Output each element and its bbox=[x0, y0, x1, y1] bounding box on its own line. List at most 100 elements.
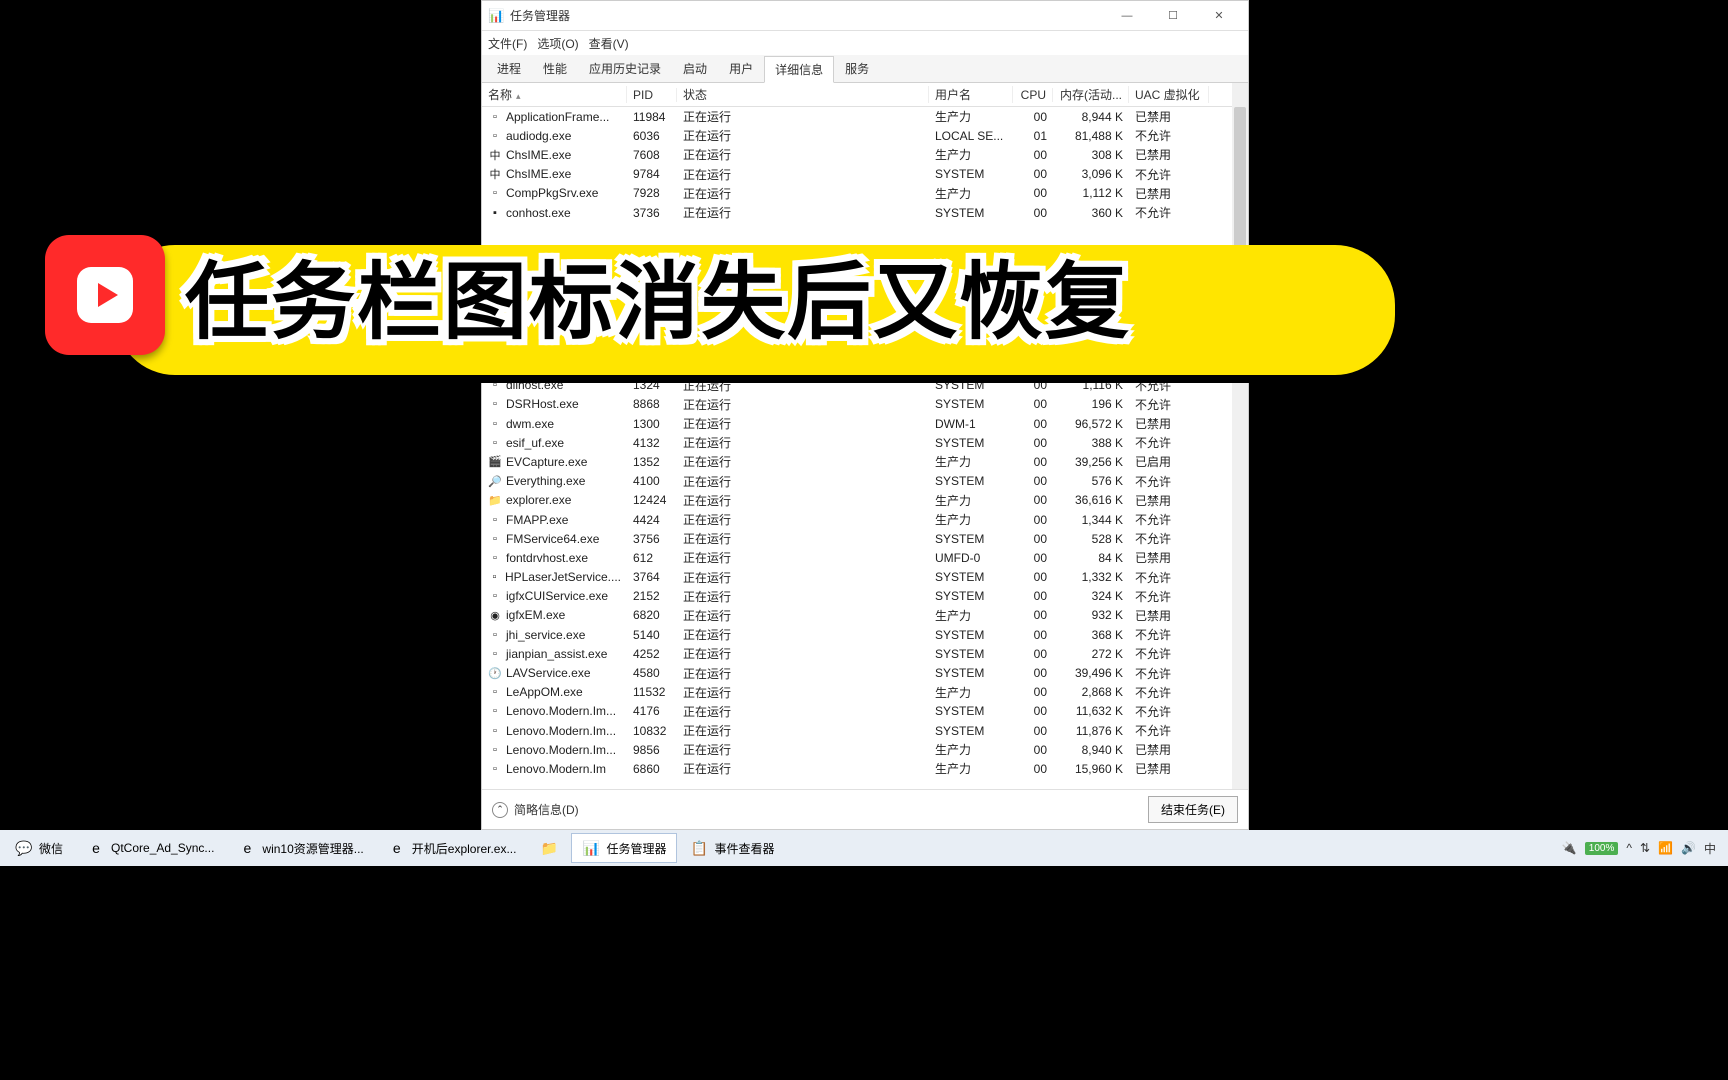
cell-name: ▫ApplicationFrame... bbox=[482, 110, 627, 124]
table-row[interactable]: ▫FMService64.exe3756正在运行SYSTEM00528 K不允许 bbox=[482, 529, 1232, 548]
table-row[interactable]: 🎬EVCapture.exe1352正在运行生产力0039,256 K已启用 bbox=[482, 452, 1232, 471]
tab-processes[interactable]: 进程 bbox=[486, 55, 532, 82]
minimize-button[interactable]: — bbox=[1104, 2, 1150, 30]
table-row[interactable]: ▫jianpian_assist.exe4252正在运行SYSTEM00272 … bbox=[482, 644, 1232, 663]
table-row[interactable]: ▫Lenovo.Modern.Im...9856正在运行生产力008,940 K… bbox=[482, 740, 1232, 759]
network-icon[interactable]: ⇅ bbox=[1640, 841, 1650, 855]
cell-name: ▫dwm.exe bbox=[482, 417, 627, 431]
cell-status: 正在运行 bbox=[677, 204, 929, 221]
volume-icon[interactable]: 🔊 bbox=[1681, 841, 1696, 855]
process-icon: ▫ bbox=[488, 551, 502, 565]
cell-cpu: 00 bbox=[1013, 762, 1053, 776]
tab-details[interactable]: 详细信息 bbox=[764, 56, 834, 83]
col-cpu[interactable]: CPU bbox=[1013, 88, 1053, 102]
col-user[interactable]: 用户名 bbox=[929, 86, 1013, 103]
table-row[interactable]: ▪conhost.exe3736正在运行SYSTEM00360 K不允许 bbox=[482, 203, 1232, 222]
table-row[interactable]: ▫Lenovo.Modern.Im...4176正在运行SYSTEM0011,6… bbox=[482, 702, 1232, 721]
cell-user: 生产力 bbox=[929, 492, 1013, 509]
wifi-icon[interactable]: 📶 bbox=[1658, 841, 1673, 855]
table-row[interactable]: ▫dllhost.exe1324正在运行SYSTEM001,116 K不允许 bbox=[482, 376, 1232, 395]
table-row[interactable]: ▫LeAppOM.exe11532正在运行生产力002,868 K不允许 bbox=[482, 683, 1232, 702]
col-status[interactable]: 状态 bbox=[677, 86, 929, 103]
ime-indicator[interactable]: 中 bbox=[1704, 840, 1716, 857]
close-button[interactable]: ✕ bbox=[1196, 2, 1242, 30]
cell-user: 生产力 bbox=[929, 607, 1013, 624]
cell-pid: 1352 bbox=[627, 455, 677, 469]
cell-user: 生产力 bbox=[929, 146, 1013, 163]
taskbar-item-icon: 📁 bbox=[540, 839, 558, 857]
tab-app-history[interactable]: 应用历史记录 bbox=[578, 55, 672, 82]
table-row[interactable]: ▫fontdrvhost.exe612正在运行UMFD-00084 K已禁用 bbox=[482, 548, 1232, 567]
taskbar-item-label: 任务管理器 bbox=[606, 840, 666, 857]
table-row[interactable]: ▫FMAPP.exe4424正在运行生产力001,344 K不允许 bbox=[482, 510, 1232, 529]
process-icon: ▫ bbox=[488, 589, 502, 603]
table-row[interactable]: ▫audiodg.exe6036正在运行LOCAL SE...0181,488 … bbox=[482, 126, 1232, 145]
taskbar-item[interactable]: eQtCore_Ad_Sync... bbox=[76, 833, 225, 863]
table-body[interactable]: ▫ApplicationFrame...11984正在运行生产力008,944 … bbox=[482, 107, 1232, 789]
table-row[interactable]: ▫DSRHost.exe8868正在运行SYSTEM00196 K不允许 bbox=[482, 395, 1232, 414]
table-row[interactable]: ▫esif_uf.exe4132正在运行SYSTEM00388 K不允许 bbox=[482, 433, 1232, 452]
tab-startup[interactable]: 启动 bbox=[672, 55, 718, 82]
cell-uac: 已禁用 bbox=[1129, 741, 1209, 758]
cell-status: 正在运行 bbox=[677, 626, 929, 643]
battery-status[interactable]: 100% bbox=[1585, 842, 1619, 855]
tab-services[interactable]: 服务 bbox=[834, 55, 880, 82]
cell-pid: 10832 bbox=[627, 724, 677, 738]
table-row[interactable]: ▫CompPkgSrv.exe7928正在运行生产力001,112 K已禁用 bbox=[482, 184, 1232, 203]
taskbar-item[interactable]: 📋事件查看器 bbox=[679, 833, 785, 863]
tab-performance[interactable]: 性能 bbox=[532, 55, 578, 82]
process-icon: ▫ bbox=[488, 762, 502, 776]
tray-chevron-icon[interactable]: ^ bbox=[1626, 841, 1632, 855]
cell-cpu: 00 bbox=[1013, 532, 1053, 546]
scrollbar[interactable] bbox=[1232, 83, 1248, 789]
titlebar[interactable]: 📊 任务管理器 — ☐ ✕ bbox=[482, 1, 1248, 31]
col-mem[interactable]: 内存(活动... bbox=[1053, 86, 1129, 103]
table-row[interactable]: 🔎Everything.exe4100正在运行SYSTEM00576 K不允许 bbox=[482, 472, 1232, 491]
taskbar-item[interactable]: 💬微信 bbox=[4, 833, 74, 863]
table-row[interactable]: ▫ApplicationFrame...11984正在运行生产力008,944 … bbox=[482, 107, 1232, 126]
taskbar-item[interactable]: ewin10资源管理器... bbox=[227, 833, 374, 863]
cell-user: SYSTEM bbox=[929, 628, 1013, 642]
less-details-button[interactable]: ⌃ 简略信息(D) bbox=[492, 801, 579, 818]
cell-name: ▫Lenovo.Modern.Im... bbox=[482, 743, 627, 757]
table-row[interactable]: ▫Lenovo.Modern.Im...10832正在运行SYSTEM0011,… bbox=[482, 721, 1232, 740]
system-tray: 🔌 100% ^ ⇅ 📶 🔊 中 bbox=[1562, 840, 1724, 857]
menu-options[interactable]: 选项(O) bbox=[537, 35, 578, 52]
taskbar-item[interactable]: 📊任务管理器 bbox=[571, 833, 677, 863]
menu-view[interactable]: 查看(V) bbox=[589, 35, 629, 52]
cell-status: 正在运行 bbox=[677, 108, 929, 125]
cell-cpu: 00 bbox=[1013, 513, 1053, 527]
table-row[interactable]: 中ChsIME.exe7608正在运行生产力00308 K已禁用 bbox=[482, 145, 1232, 164]
menu-file[interactable]: 文件(F) bbox=[488, 35, 527, 52]
table-row[interactable]: 📁explorer.exe12424正在运行生产力0036,616 K已禁用 bbox=[482, 491, 1232, 510]
cell-user: 生产力 bbox=[929, 185, 1013, 202]
cell-user: SYSTEM bbox=[929, 647, 1013, 661]
col-uac[interactable]: UAC 虚拟化 bbox=[1129, 86, 1209, 103]
table-row[interactable]: 🕐LAVService.exe4580正在运行SYSTEM0039,496 K不… bbox=[482, 663, 1232, 682]
table-row[interactable]: ▫HPLaserJetService....3764正在运行SYSTEM001,… bbox=[482, 568, 1232, 587]
cell-name: ▫FMService64.exe bbox=[482, 532, 627, 546]
col-pid[interactable]: PID bbox=[627, 88, 677, 102]
cell-mem: 388 K bbox=[1053, 436, 1129, 450]
cell-user: SYSTEM bbox=[929, 436, 1013, 450]
plug-icon[interactable]: 🔌 bbox=[1562, 841, 1577, 855]
taskbar-item[interactable]: 📁 bbox=[529, 833, 569, 863]
cell-uac: 已禁用 bbox=[1129, 415, 1209, 432]
taskbar-item-label: 事件查看器 bbox=[714, 840, 774, 857]
table-row[interactable]: ▫jhi_service.exe5140正在运行SYSTEM00368 K不允许 bbox=[482, 625, 1232, 644]
maximize-button[interactable]: ☐ bbox=[1150, 2, 1196, 30]
cell-name: 🕐LAVService.exe bbox=[482, 666, 627, 680]
table-row[interactable]: 中ChsIME.exe9784正在运行SYSTEM003,096 K不允许 bbox=[482, 165, 1232, 184]
taskbar-item[interactable]: e开机后explorer.ex... bbox=[377, 833, 528, 863]
table-row[interactable]: ▫dwm.exe1300正在运行DWM-10096,572 K已禁用 bbox=[482, 414, 1232, 433]
cell-mem: 39,256 K bbox=[1053, 455, 1129, 469]
col-name[interactable]: 名称 bbox=[482, 86, 627, 103]
end-task-button[interactable]: 结束任务(E) bbox=[1148, 796, 1238, 823]
table-row[interactable]: ▫Lenovo.Modern.Im6860正在运行生产力0015,960 K已禁… bbox=[482, 759, 1232, 778]
cell-uac: 已禁用 bbox=[1129, 146, 1209, 163]
cell-pid: 8868 bbox=[627, 397, 677, 411]
table-row[interactable]: ◉igfxEM.exe6820正在运行生产力00932 K已禁用 bbox=[482, 606, 1232, 625]
cell-mem: 8,940 K bbox=[1053, 743, 1129, 757]
table-row[interactable]: ▫igfxCUIService.exe2152正在运行SYSTEM00324 K… bbox=[482, 587, 1232, 606]
tab-users[interactable]: 用户 bbox=[718, 55, 764, 82]
